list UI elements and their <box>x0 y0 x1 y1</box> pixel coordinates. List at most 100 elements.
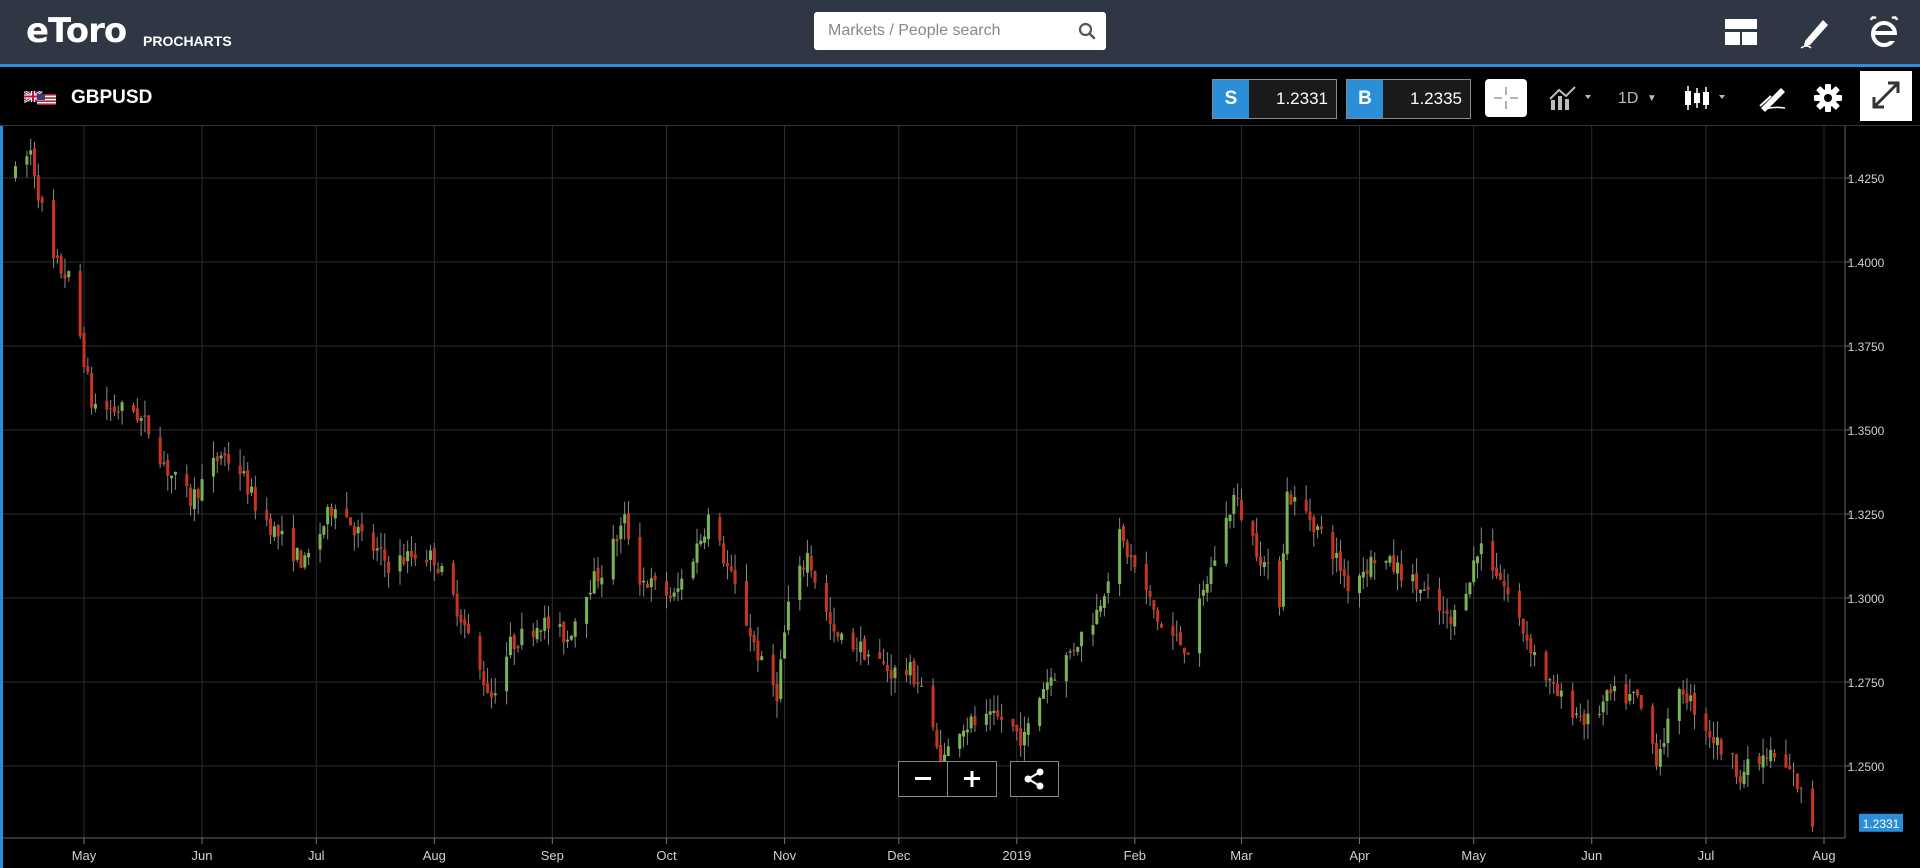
candle <box>1476 555 1480 579</box>
gear-icon[interactable] <box>1813 83 1843 113</box>
candle-body <box>798 565 802 600</box>
candle <box>691 558 695 581</box>
buy-label: B <box>1347 80 1383 118</box>
x-tick-label: Feb <box>1124 848 1146 863</box>
candle <box>1788 753 1792 770</box>
sell-label: S <box>1213 80 1249 118</box>
candle <box>1445 598 1449 629</box>
price-chart[interactable]: 1.4250 1.4000 1.3750 1.3500 1.3250 1.3000 1.27… <box>0 126 1920 868</box>
candle <box>882 648 886 666</box>
candle <box>1601 695 1605 726</box>
candle <box>798 556 802 611</box>
candle-body <box>1472 560 1476 583</box>
candle-body <box>1738 776 1742 783</box>
candle <box>1049 667 1053 697</box>
pencil-icon[interactable] <box>1797 14 1833 50</box>
candle-body <box>1654 742 1658 766</box>
x-tick-label: Oct <box>656 848 677 863</box>
candle <box>596 557 600 589</box>
candle-body <box>1418 589 1422 594</box>
candle <box>52 189 56 268</box>
layout-icon[interactable] <box>1723 14 1759 50</box>
candle-body <box>813 571 817 583</box>
candle <box>729 554 733 573</box>
candle-body <box>360 523 364 532</box>
candle-body <box>1106 581 1110 594</box>
indicators-icon[interactable] <box>1547 82 1597 114</box>
candles-icon[interactable] <box>1682 82 1732 114</box>
candle <box>269 513 273 545</box>
candle <box>1022 716 1026 761</box>
candle-body <box>695 543 699 563</box>
candle-body <box>1228 514 1232 522</box>
candle <box>1605 689 1609 716</box>
candle <box>486 668 490 694</box>
candle-body <box>1011 718 1015 727</box>
candle <box>1213 546 1217 567</box>
candle <box>1635 689 1639 698</box>
candle <box>1689 683 1693 712</box>
candle <box>1091 613 1095 647</box>
candle <box>718 512 722 546</box>
candle <box>569 634 573 642</box>
candle-body <box>1026 723 1030 735</box>
etoro-logo[interactable]: eToro <box>26 9 127 53</box>
candle <box>1525 620 1529 650</box>
candle <box>585 596 589 638</box>
crosshair-icon[interactable] <box>1485 79 1527 117</box>
candle-body <box>1495 567 1499 577</box>
share-button[interactable] <box>1010 761 1059 797</box>
buy-button[interactable]: B 1.2335 <box>1346 79 1471 119</box>
candle-body <box>1582 713 1586 725</box>
candle-body <box>1392 555 1396 572</box>
zoom-in-button[interactable] <box>947 761 997 797</box>
candle <box>1773 749 1777 762</box>
candle-body <box>615 538 619 542</box>
x-tick-label: May <box>1461 848 1486 863</box>
candle-body <box>1773 753 1777 758</box>
candle <box>878 638 882 659</box>
candle-body <box>562 622 566 643</box>
candle-body <box>158 437 162 465</box>
candle <box>459 609 463 635</box>
candle-body <box>1548 679 1552 681</box>
fullscreen-icon[interactable] <box>1860 71 1912 121</box>
candle <box>131 402 135 414</box>
candle-body <box>840 633 844 641</box>
procharts-label: PROCHARTS <box>143 33 232 49</box>
candle <box>1571 682 1575 726</box>
candle <box>619 517 623 554</box>
candle <box>93 393 97 413</box>
candle-body <box>1666 718 1670 744</box>
candle <box>1449 609 1453 640</box>
y-tick-label: 1.3250 <box>1848 508 1885 522</box>
sell-button[interactable]: S 1.2331 <box>1212 79 1337 119</box>
candle-body <box>211 457 215 477</box>
candle <box>1811 780 1815 832</box>
candle <box>387 556 391 588</box>
candle-body <box>383 549 387 561</box>
candle-body <box>752 634 756 643</box>
candle <box>1038 696 1042 732</box>
candle-body <box>832 624 836 632</box>
candle <box>1102 593 1106 617</box>
search-icon[interactable] <box>1078 22 1096 40</box>
candle-body <box>653 575 657 581</box>
candle-body <box>505 656 509 692</box>
search-input[interactable] <box>828 12 1068 50</box>
candle <box>1152 600 1156 619</box>
candle-body <box>1662 743 1666 747</box>
interval-dropdown[interactable]: 1D ▼ <box>1618 87 1664 111</box>
instrument-symbol[interactable]: GBPUSD <box>71 87 152 109</box>
candle-body <box>428 550 432 560</box>
candle <box>333 504 337 530</box>
candle <box>1365 559 1369 588</box>
drawing-icon[interactable] <box>1757 82 1789 114</box>
candle-body <box>691 561 695 579</box>
etoro-e-icon[interactable] <box>1866 14 1902 50</box>
candle-body <box>1468 582 1472 595</box>
zoom-out-button[interactable] <box>898 761 948 797</box>
candle <box>558 612 562 637</box>
candle-body <box>733 569 737 584</box>
candle-body <box>1278 560 1282 608</box>
